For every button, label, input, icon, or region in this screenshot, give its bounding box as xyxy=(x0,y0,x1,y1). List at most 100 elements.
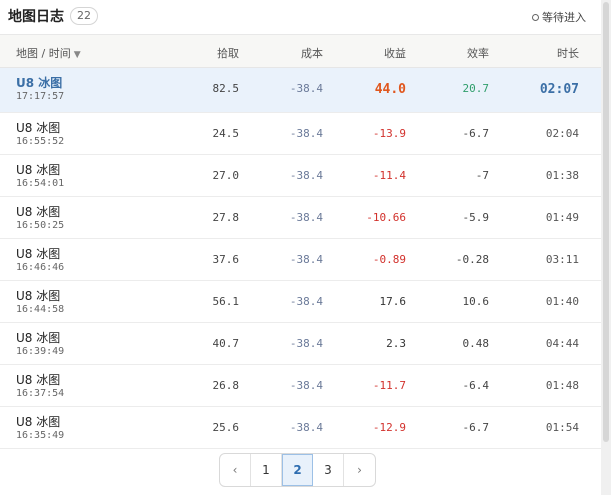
map-cell: U8 冰图 16:39:49 xyxy=(16,331,64,358)
cost-value: -38.4 xyxy=(289,295,323,308)
map-cell: U8 冰图 16:44:58 xyxy=(16,289,64,316)
waiting-status: 等待进入 xyxy=(532,9,586,25)
map-name: U8 冰图 xyxy=(16,205,61,219)
table-row[interactable]: U8 冰图 16:44:58 56.1 -38.4 17.6 10.6 01:40 xyxy=(0,281,601,323)
pick-value: 56.1 xyxy=(212,295,240,308)
map-time: 16:37:54 xyxy=(16,388,65,399)
cost-value: -38.4 xyxy=(289,379,323,392)
pick-value: 24.5 xyxy=(212,127,240,140)
column-header-gain[interactable]: 收益 xyxy=(384,45,406,61)
map-cell: U8 冰图 16:50:25 xyxy=(16,205,64,232)
column-header-efficiency[interactable]: 效率 xyxy=(467,45,489,61)
map-name: U8 冰图 xyxy=(16,76,63,90)
column-header-map-time[interactable]: 地图 / 时间 ▼ xyxy=(16,45,81,61)
map-cell: U8 冰图 16:35:49 xyxy=(16,415,64,442)
duration-value: 01:48 xyxy=(545,379,579,392)
waiting-label: 等待进入 xyxy=(542,11,586,24)
efficiency-value: -5.9 xyxy=(462,211,490,224)
map-cell: U8 冰图 16:37:54 xyxy=(16,373,64,400)
map-time: 16:54:01 xyxy=(16,178,65,189)
map-cell: U8 冰图 17:17:57 xyxy=(16,76,64,103)
pick-value: 40.7 xyxy=(212,337,240,350)
column-header-cost[interactable]: 成本 xyxy=(301,45,323,61)
table-row[interactable]: U8 冰图 16:39:49 40.7 -38.4 2.3 0.48 04:44 xyxy=(0,323,601,365)
duration-value: 03:11 xyxy=(545,253,579,266)
duration-value: 04:44 xyxy=(545,337,579,350)
panel-header: 地图日志 22 等待进入 xyxy=(0,0,601,32)
pick-value: 37.6 xyxy=(212,253,240,266)
duration-value: 01:40 xyxy=(545,295,579,308)
cost-value: -38.4 xyxy=(289,211,323,224)
column-header-pick[interactable]: 拾取 xyxy=(217,45,239,61)
map-time: 16:50:25 xyxy=(16,220,65,231)
pick-value: 27.8 xyxy=(212,211,240,224)
efficiency-value: -6.7 xyxy=(462,421,490,434)
efficiency-value: -6.4 xyxy=(462,379,490,392)
gain-value: 17.6 xyxy=(379,295,407,308)
map-name: U8 冰图 xyxy=(16,121,61,135)
duration-value: 01:54 xyxy=(545,421,579,434)
column-header-map-time-label: 地图 / 时间 xyxy=(16,47,71,60)
status-ring-icon xyxy=(532,13,539,21)
cost-value: -38.4 xyxy=(289,82,323,95)
page-button-3[interactable]: 3 xyxy=(313,454,344,486)
map-time: 17:17:57 xyxy=(16,91,65,102)
table-row[interactable]: U8 冰图 16:37:54 26.8 -38.4 -11.7 -6.4 01:48 xyxy=(0,365,601,407)
pick-value: 82.5 xyxy=(212,82,240,95)
gain-value: -12.9 xyxy=(372,421,406,434)
gain-value: -0.89 xyxy=(372,253,406,266)
sort-down-icon[interactable]: ▼ xyxy=(74,50,81,60)
map-name: U8 冰图 xyxy=(16,247,61,261)
duration-value: 01:38 xyxy=(545,169,579,182)
efficiency-value: 20.7 xyxy=(462,82,490,95)
gain-value: 44.0 xyxy=(374,82,406,97)
page-button-1[interactable]: 1 xyxy=(251,454,282,486)
efficiency-value: 0.48 xyxy=(462,337,490,350)
efficiency-value: -6.7 xyxy=(462,127,490,140)
table-row[interactable]: U8 冰图 16:55:52 24.5 -38.4 -13.9 -6.7 02:04 xyxy=(0,113,601,155)
map-name: U8 冰图 xyxy=(16,415,61,429)
map-name: U8 冰图 xyxy=(16,289,61,303)
pagination: ‹ 1 2 3 › xyxy=(219,453,376,487)
map-time: 16:44:58 xyxy=(16,304,65,315)
table-row[interactable]: U8 冰图 16:35:49 25.6 -38.4 -12.9 -6.7 01:54 xyxy=(0,407,601,449)
chevron-left-icon[interactable]: ‹ xyxy=(220,454,251,486)
table-row[interactable]: U8 冰图 16:54:01 27.0 -38.4 -11.4 -7 01:38 xyxy=(0,155,601,197)
pick-value: 27.0 xyxy=(212,169,240,182)
cost-value: -38.4 xyxy=(289,421,323,434)
map-name: U8 冰图 xyxy=(16,163,61,177)
gain-value: -10.66 xyxy=(366,211,406,224)
table-row[interactable]: U8 冰图 16:50:25 27.8 -38.4 -10.66 -5.9 01:49 xyxy=(0,197,601,239)
table-body: U8 冰图 17:17:57 82.5 -38.4 44.0 20.7 02:07 U8 冰图… xyxy=(0,68,601,449)
map-time: 16:39:49 xyxy=(16,346,65,357)
map-name: U8 冰图 xyxy=(16,373,61,387)
map-log-panel: 地图日志 22 等待进入 地图 / 时间 ▼ 拾取 成本 收益 效率 时长 U8 … xyxy=(0,0,601,495)
map-cell: U8 冰图 16:46:46 xyxy=(16,247,64,274)
map-time: 16:55:52 xyxy=(16,136,65,147)
gain-value: 2.3 xyxy=(386,337,406,350)
table-row[interactable]: U8 冰图 17:17:57 82.5 -38.4 44.0 20.7 02:07 xyxy=(0,68,601,113)
page-button-2[interactable]: 2 xyxy=(282,454,313,486)
efficiency-value: -7 xyxy=(475,169,489,182)
scrollbar-thumb[interactable] xyxy=(603,2,609,442)
panel-title: 地图日志 xyxy=(8,9,64,25)
column-header-duration[interactable]: 时长 xyxy=(557,45,579,61)
gain-value: -11.7 xyxy=(372,379,406,392)
duration-value: 02:04 xyxy=(545,127,579,140)
scrollbar[interactable] xyxy=(601,0,611,495)
duration-value: 01:49 xyxy=(545,211,579,224)
efficiency-value: 10.6 xyxy=(462,295,490,308)
chevron-right-icon[interactable]: › xyxy=(344,454,375,486)
cost-value: -38.4 xyxy=(289,253,323,266)
gain-value: -13.9 xyxy=(372,127,406,140)
pick-value: 26.8 xyxy=(212,379,240,392)
map-time: 16:35:49 xyxy=(16,430,65,441)
map-cell: U8 冰图 16:54:01 xyxy=(16,163,64,190)
table-row[interactable]: U8 冰图 16:46:46 37.6 -38.4 -0.89 -0.28 03:11 xyxy=(0,239,601,281)
map-name: U8 冰图 xyxy=(16,331,61,345)
cost-value: -38.4 xyxy=(289,169,323,182)
map-cell: U8 冰图 16:55:52 xyxy=(16,121,64,148)
map-time: 16:46:46 xyxy=(16,262,65,273)
pick-value: 25.6 xyxy=(212,421,240,434)
table-header: 地图 / 时间 ▼ 拾取 成本 收益 效率 时长 xyxy=(0,34,601,68)
